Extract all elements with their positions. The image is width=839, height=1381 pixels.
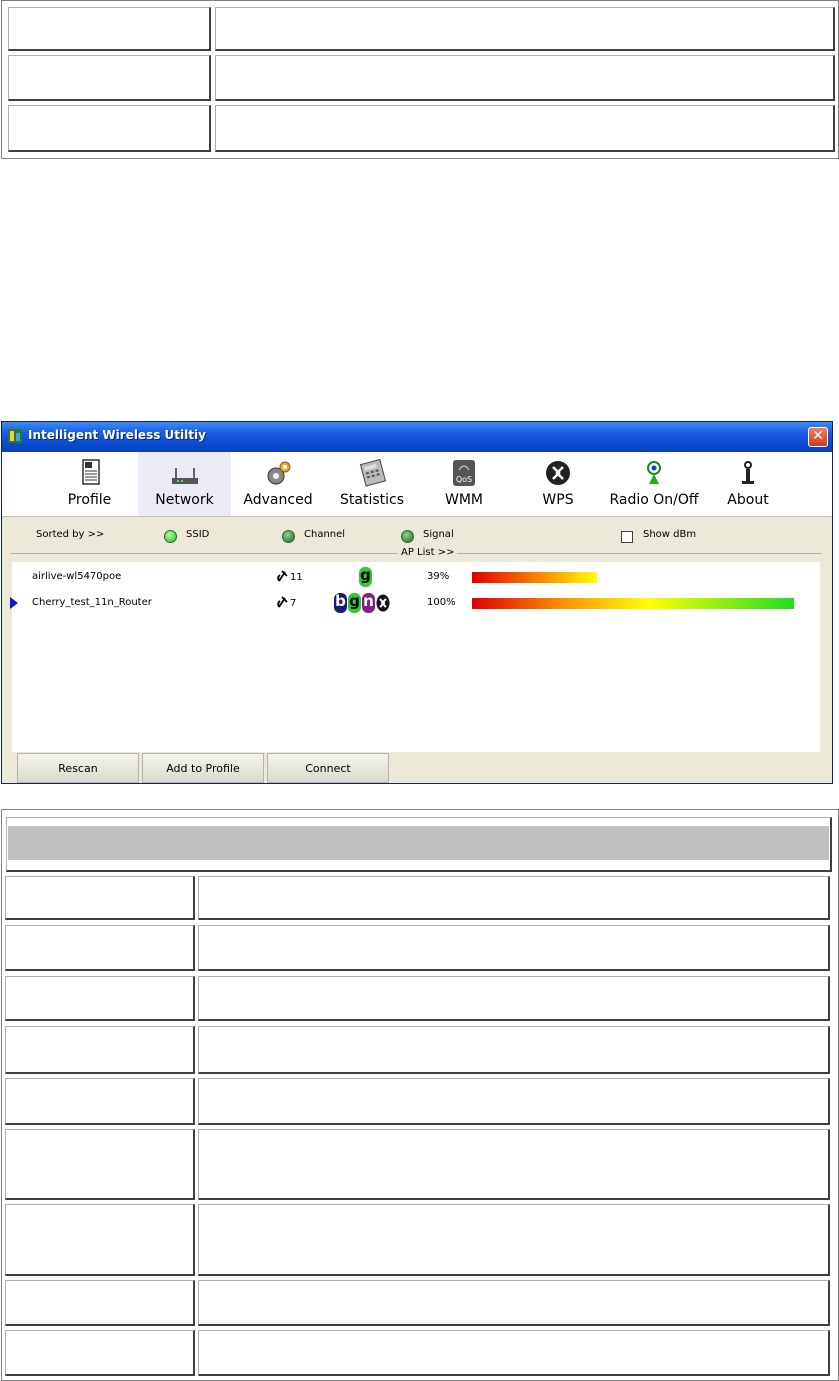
- top-table: [1, 0, 839, 159]
- tab-label: Profile: [67, 492, 112, 508]
- tab-label: About: [727, 492, 769, 508]
- title-bar[interactable]: Intelligent Wireless Utiltiy ✕: [2, 422, 832, 452]
- top-table-label-cell: [8, 7, 211, 51]
- selected-row-arrow-icon: [10, 597, 18, 609]
- show-dbm-label: Show dBm: [643, 529, 697, 540]
- sort-channel-radio[interactable]: [282, 530, 295, 543]
- top-table-label-cell: [8, 55, 211, 101]
- mode-b-badge: b: [334, 593, 347, 613]
- tab-label: Network: [155, 492, 214, 508]
- bottom-table-label-cell: [5, 1026, 195, 1074]
- tab-wmm[interactable]: QoS WMM: [434, 452, 494, 516]
- bottom-table-value-cell: [198, 1204, 830, 1276]
- mode-b-label: b: [335, 592, 346, 610]
- wps-icon: [546, 461, 570, 485]
- tab-radio-on-off[interactable]: Radio On/Off: [602, 452, 706, 516]
- window-title: Intelligent Wireless Utiltiy: [28, 428, 206, 442]
- sorted-by-label: Sorted by >>: [36, 529, 105, 540]
- profile-icon: [81, 459, 100, 485]
- tab-profile[interactable]: Profile: [52, 452, 127, 516]
- tab-about[interactable]: About: [718, 452, 778, 516]
- mode-g-badge: g: [348, 593, 361, 613]
- sort-signal-label: Signal: [423, 529, 454, 540]
- bottom-table-value-cell: [198, 1026, 830, 1074]
- ap-list: airlive-wl5470poe 11 g 39% Cherry_test_1…: [10, 562, 820, 752]
- top-table-value-cell: [215, 105, 835, 152]
- tab-label: Advanced: [243, 492, 313, 508]
- bottom-table-value-cell: [198, 1129, 830, 1200]
- sort-signal-radio[interactable]: [401, 530, 414, 543]
- wps-badge-icon: [376, 594, 390, 612]
- toolbar: Profile Network Advanced Statistics QoS …: [2, 452, 832, 517]
- bottom-table-label-cell: [5, 976, 195, 1021]
- close-icon: ✕: [812, 428, 824, 444]
- signal-bar: [472, 572, 597, 583]
- signal-bar: [472, 598, 794, 609]
- ap-signal-percent: 100%: [427, 597, 456, 608]
- sort-ssid-label: SSID: [186, 529, 210, 540]
- bottom-table-label-cell: [5, 1280, 195, 1326]
- top-table-value-cell: [215, 55, 835, 101]
- connect-button[interactable]: Connect: [267, 753, 389, 783]
- ap-channel-number: 11: [290, 572, 303, 583]
- tab-label: WPS: [542, 492, 574, 508]
- radio-icon: [647, 461, 661, 484]
- about-icon: [742, 461, 754, 484]
- mode-n-label: n: [363, 592, 374, 610]
- app-icon: [8, 429, 22, 443]
- ap-list-row[interactable]: Cherry_test_11n_Router 7 b g n 100%: [10, 592, 820, 614]
- channel-icon: [277, 570, 288, 582]
- network-icon: [171, 468, 198, 484]
- bottom-table-value-cell: [198, 1078, 830, 1125]
- bottom-table-value-cell: [198, 876, 830, 920]
- tab-advanced[interactable]: Advanced: [238, 452, 318, 516]
- top-table-value-cell: [215, 7, 835, 51]
- mode-g-label: g: [360, 566, 371, 584]
- advanced-icon: [267, 461, 291, 485]
- close-button[interactable]: ✕: [808, 427, 828, 447]
- mode-g-badge: g: [359, 567, 372, 587]
- rescan-button[interactable]: Rescan: [17, 753, 139, 783]
- bottom-table-label-cell: [5, 1129, 195, 1200]
- tab-statistics[interactable]: Statistics: [332, 452, 412, 516]
- ap-channel: 11: [276, 569, 303, 583]
- svg-text:QoS: QoS: [456, 475, 472, 484]
- ap-list-row[interactable]: airlive-wl5470poe 11 g 39%: [12, 566, 820, 588]
- add-to-profile-button[interactable]: Add to Profile: [142, 753, 264, 783]
- bottom-table-label-cell: [5, 925, 195, 971]
- mode-g-label: g: [349, 592, 360, 610]
- tab-label: Radio On/Off: [609, 492, 699, 508]
- bottom-table-label-cell: [5, 876, 195, 920]
- wmm-icon: QoS: [453, 460, 475, 486]
- sort-channel-label: Channel: [304, 529, 346, 540]
- bottom-table-value-cell: [198, 1330, 830, 1376]
- tab-label: WMM: [444, 492, 483, 508]
- bottom-table-label-cell: [5, 1078, 195, 1125]
- bottom-table-value-cell: [198, 1280, 830, 1326]
- statistics-icon: [359, 458, 387, 487]
- ap-ssid: Cherry_test_11n_Router: [32, 597, 152, 608]
- show-dbm-checkbox[interactable]: [621, 531, 633, 543]
- ap-ssid: airlive-wl5470poe: [32, 571, 122, 582]
- ap-channel: 7: [276, 595, 296, 609]
- ap-signal-percent: 39%: [427, 571, 450, 582]
- ap-list-label: AP List >>: [398, 547, 458, 558]
- bottom-table-label-cell: [5, 1330, 195, 1376]
- channel-icon: [277, 596, 288, 608]
- bottom-table-value-cell: [198, 976, 830, 1021]
- table-header-bar: [8, 826, 829, 860]
- bottom-table-label-cell: [5, 1204, 195, 1276]
- app-window: Intelligent Wireless Utiltiy ✕ Profile N…: [1, 421, 833, 784]
- top-table-label-cell: [8, 105, 211, 152]
- tab-network[interactable]: Network: [138, 452, 231, 516]
- tab-wps[interactable]: WPS: [528, 452, 588, 516]
- mode-n-badge: n: [362, 593, 375, 613]
- bottom-table-value-cell: [198, 925, 830, 971]
- tab-label: Statistics: [340, 492, 404, 508]
- ap-channel-number: 7: [290, 598, 297, 609]
- sort-ssid-radio[interactable]: [164, 530, 177, 543]
